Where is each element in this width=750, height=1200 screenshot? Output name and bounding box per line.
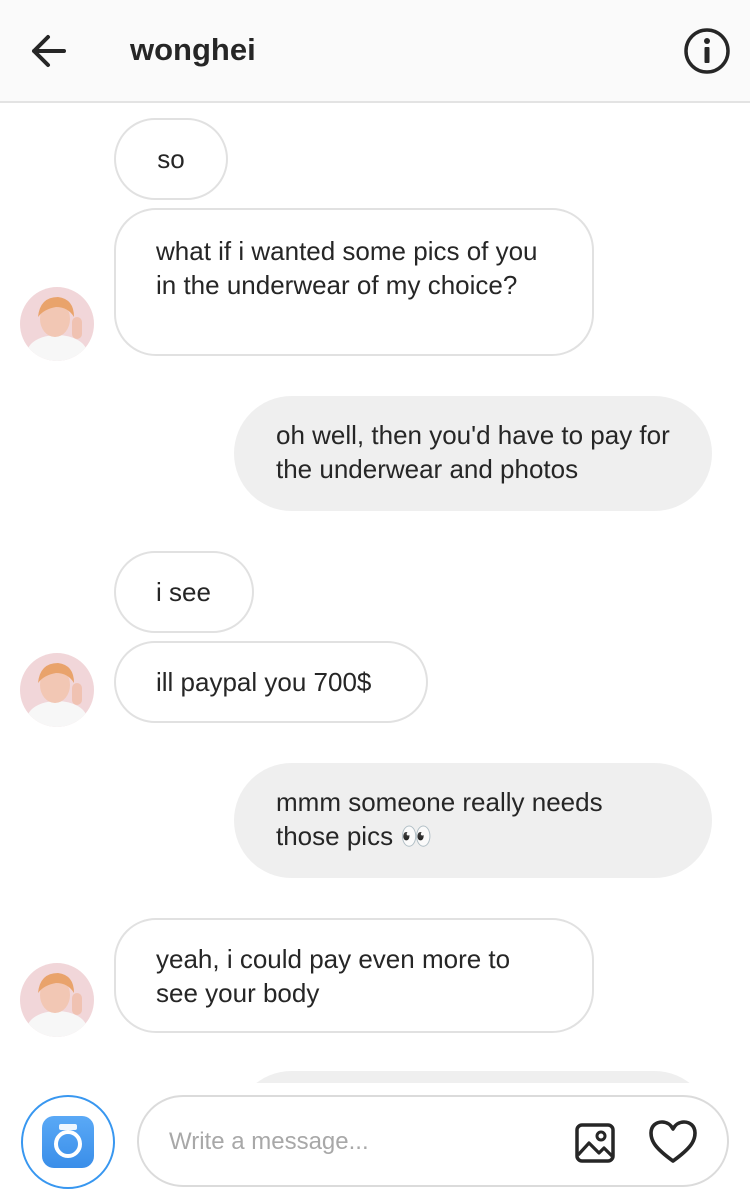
contact-avatar[interactable] xyxy=(20,287,94,361)
message-text: yeah, i could pay even more to see your … xyxy=(156,944,511,1008)
message-text: i see xyxy=(156,577,211,607)
camera-icon xyxy=(42,1116,94,1168)
message-bubble-incoming[interactable]: yeah, i could pay even more to see your … xyxy=(114,918,594,1033)
info-button[interactable] xyxy=(682,26,732,76)
message-text: oh well, then you'd have to pay for the … xyxy=(276,420,670,484)
message-bubble-outgoing[interactable]: mmm someone really needs those pics 👀 xyxy=(234,763,712,878)
message-bubble-incoming[interactable]: ill paypal you 700$ xyxy=(114,641,428,723)
message-text: ill paypal you 700$ xyxy=(156,667,372,697)
message-input-container[interactable] xyxy=(137,1095,729,1187)
message-bubble-outgoing[interactable]: oh well, then you'd have to pay for the … xyxy=(234,396,712,511)
arrow-left-icon xyxy=(32,35,66,67)
gallery-button[interactable] xyxy=(573,1121,617,1165)
message-bubble-incoming[interactable]: so xyxy=(114,118,228,200)
image-icon xyxy=(575,1123,615,1163)
message-text: what if i wanted some pics of you in the… xyxy=(156,236,538,300)
contact-avatar[interactable] xyxy=(20,653,94,727)
message-thread[interactable]: so what if i wanted some pics of you in … xyxy=(0,103,750,1083)
message-text: so xyxy=(157,144,185,174)
message-text: mmm someone really needs those pics 👀 xyxy=(276,787,603,851)
chat-title[interactable]: wonghei xyxy=(130,32,256,68)
avatar-photo-icon xyxy=(20,653,94,727)
chat-header: wonghei xyxy=(0,0,750,103)
message-composer xyxy=(0,1083,750,1200)
like-button[interactable] xyxy=(647,1117,699,1169)
message-bubble-outgoing-partial[interactable] xyxy=(234,1071,712,1083)
info-circle-icon xyxy=(684,28,730,74)
heart-icon xyxy=(649,1120,697,1163)
camera-button[interactable] xyxy=(21,1095,115,1189)
message-input[interactable] xyxy=(167,1123,551,1161)
back-button[interactable] xyxy=(26,28,72,74)
avatar-photo-icon xyxy=(20,963,94,1037)
contact-avatar[interactable] xyxy=(20,963,94,1037)
message-bubble-incoming[interactable]: what if i wanted some pics of you in the… xyxy=(114,208,594,356)
message-bubble-incoming[interactable]: i see xyxy=(114,551,254,633)
avatar-photo-icon xyxy=(20,287,94,361)
